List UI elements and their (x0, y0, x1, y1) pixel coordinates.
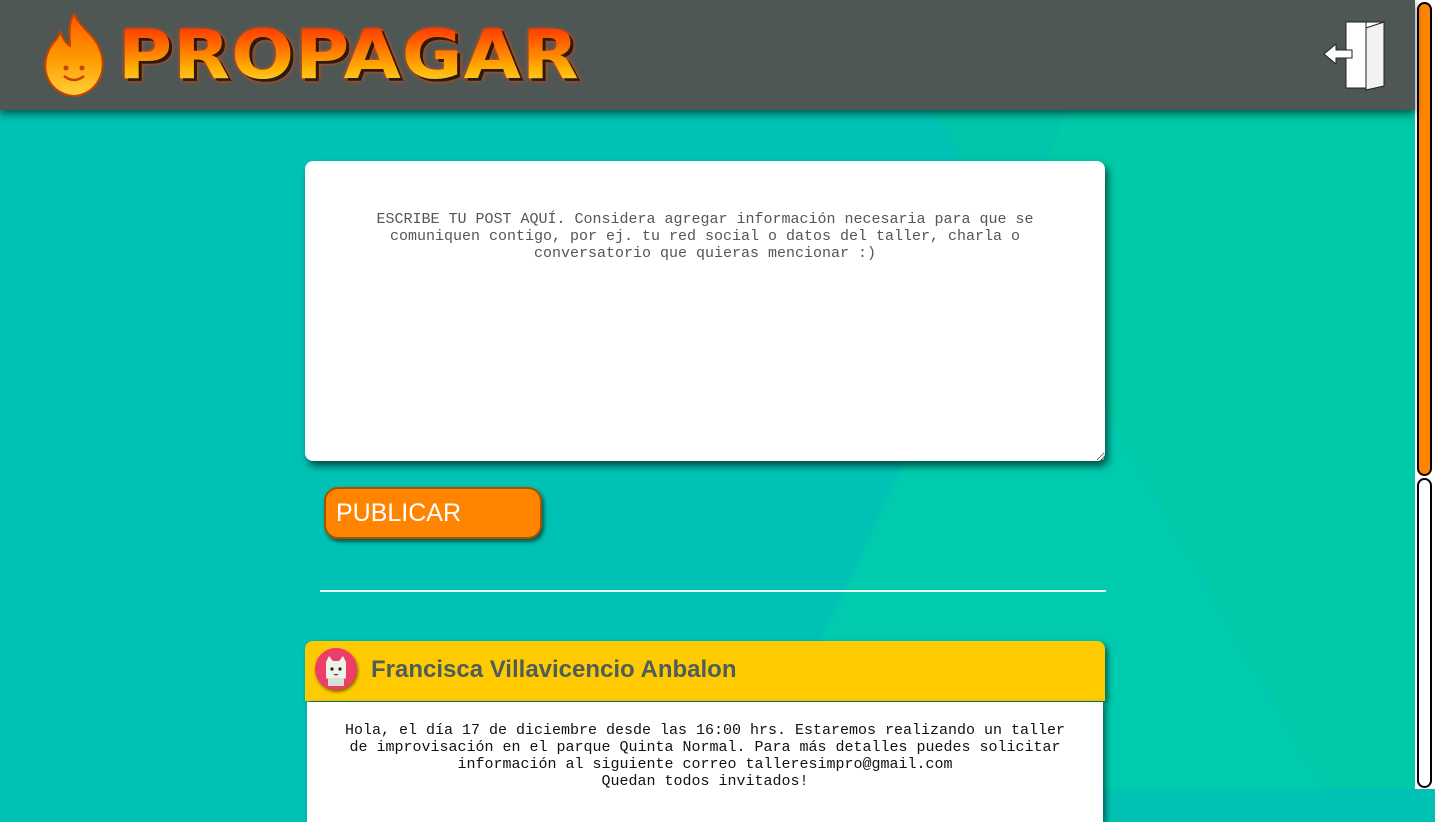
flame-icon (44, 12, 104, 98)
post-header: Francisca Villavicencio Anbalon (305, 641, 1105, 701)
post-input[interactable] (305, 161, 1105, 461)
scrollbar-lower-track[interactable] (1417, 478, 1432, 788)
post-composer (305, 161, 1105, 461)
logo-text: PROPAGAR (118, 15, 580, 95)
post-text: Quedan todos invitados! (601, 773, 809, 790)
scrollbar-thumb[interactable] (1417, 2, 1432, 476)
post-body: Hola, el día 17 de diciembre desde las 1… (307, 702, 1103, 822)
logout-door-icon (1323, 21, 1385, 91)
post-text: Hola, el día 17 de diciembre desde las 1… (344, 722, 1066, 773)
post-card: Francisca Villavicencio Anbalon Hola, el… (305, 641, 1105, 822)
publish-button[interactable]: PUBLICAR (324, 487, 542, 539)
author-name[interactable]: Francisca Villavicencio Anbalon (371, 656, 736, 684)
logo[interactable]: PROPAGAR (36, 12, 581, 98)
cat-avatar-icon (315, 648, 357, 690)
logout-button[interactable] (1322, 20, 1386, 92)
divider (320, 590, 1106, 592)
avatar[interactable] (315, 648, 357, 690)
top-bar: PROPAGAR (0, 0, 1415, 110)
